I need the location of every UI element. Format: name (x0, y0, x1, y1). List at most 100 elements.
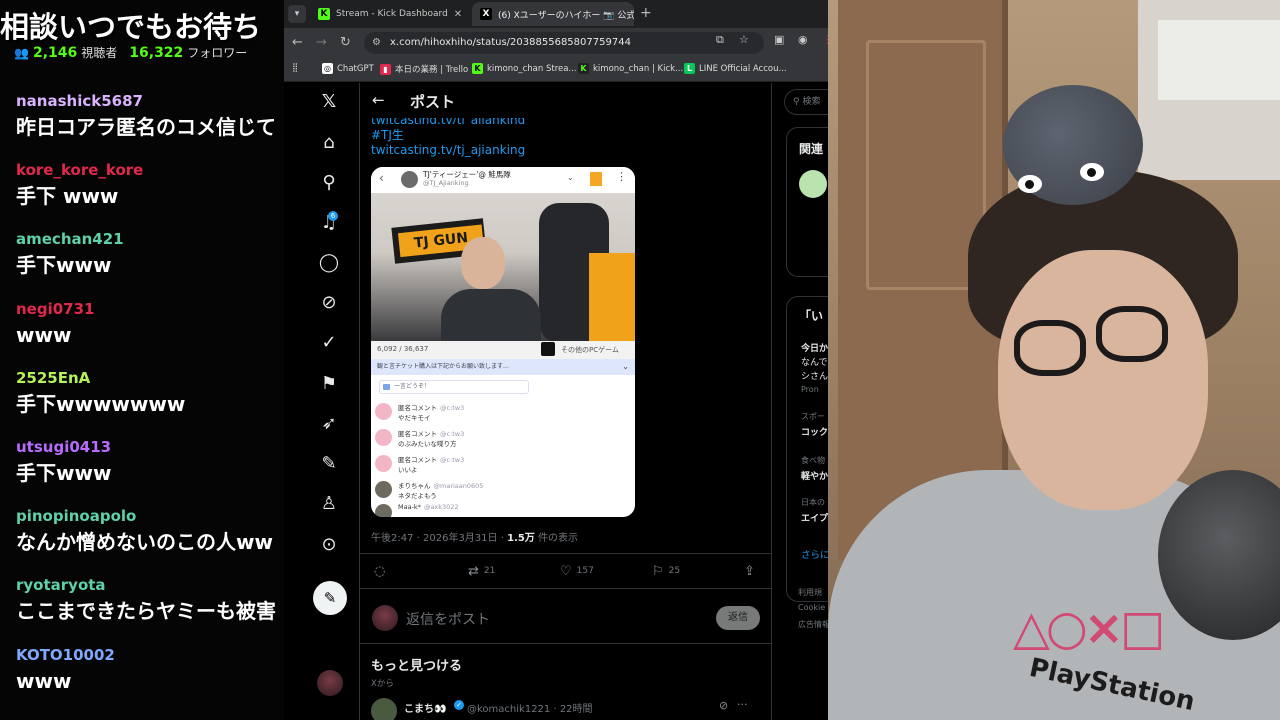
bookmark-kick-stream[interactable]: K kimono_chan Strea... (472, 63, 577, 74)
comment-name: 匿名コメント @c:tw3 (398, 428, 464, 438)
chat-message: pinopinoapolo なんか憎めないのこの人ww (16, 505, 284, 574)
bookmark-trello[interactable]: ▮ 本日の業務 | Trello (380, 63, 468, 75)
comment-handle: @mariaan0605 (433, 482, 484, 490)
profile-icon[interactable]: ♙ (316, 491, 342, 517)
jersey (589, 253, 635, 341)
more-icon[interactable]: ⊙ (316, 532, 342, 558)
bookmark-line[interactable]: L LINE Official Accou... (684, 63, 787, 74)
address-bar[interactable]: ⚙ x.com/hihoxhiho/status/203885568580775… (364, 32, 764, 54)
bookmark-chatgpt[interactable]: ◎ ChatGPT (322, 63, 374, 74)
avatar[interactable] (317, 670, 343, 696)
post-image[interactable]: ‹ TJ'ティージェー'@ 鮭馬隊 @TJ_Ajianking ⌄ ⋮ TJ G… (371, 167, 635, 517)
x-right-sidebar: ⚲ 検索 関連 「い 今日か なんで シさん Pron スポー コック 食べ物 … (784, 83, 828, 720)
face (998, 250, 1208, 510)
chat-text: 手下wwwwwww (16, 391, 186, 416)
grok-icon[interactable]: ⊘ (316, 290, 342, 316)
author-name[interactable]: こまち👀 (404, 700, 446, 715)
twitcasting-link[interactable]: twitcasting.tv/tj_ajianking (371, 143, 525, 157)
suggested-post[interactable]: こまち👀 ✓ @komachik1221 · 22時間 ⊘ ··· (371, 697, 761, 720)
chat-text: 昨日コアラ匿名のコメ信じて (16, 115, 276, 139)
reload-icon[interactable]: ↻ (340, 35, 351, 50)
chat-message: 2525EnA 手下wwwwwww (16, 367, 284, 436)
avatar[interactable] (799, 170, 827, 198)
chevron-down-icon: ⌄ (567, 173, 574, 182)
bookmark-kick-dashboard[interactable]: K kimono_chan | Kick... (578, 63, 683, 74)
line-icon: L (684, 63, 695, 74)
trends-title: 「い (799, 309, 824, 323)
install-app-icon[interactable]: ⧉ (716, 33, 724, 47)
footer-link[interactable]: 利用規 (798, 587, 822, 598)
rocket-icon[interactable]: ➶ (316, 411, 342, 437)
trend-item[interactable]: 今日か (801, 341, 828, 354)
shot-account-handle: @TJ_Ajianking (423, 179, 469, 187)
chat-message: negi0731 www (16, 298, 284, 367)
comment-handle: @c:tw3 (440, 404, 465, 412)
chat-text: 手下www (16, 253, 112, 278)
like-button[interactable]: ♡ 157 (560, 564, 594, 579)
message-icon[interactable]: ◯ (316, 250, 342, 276)
chevron-down-icon: ⌄ (622, 362, 629, 371)
chat-username: utsugi0413 (16, 437, 112, 456)
promoted-label: Pron (801, 385, 819, 394)
heart-icon: ♡ (560, 564, 572, 579)
search-input[interactable]: ⚲ 検索 (784, 89, 828, 115)
profile-icon[interactable]: ◉ (798, 33, 808, 46)
shot-notice: 観と言チケット購入は下記からお願い致します... ⌄ (371, 359, 635, 375)
bookmark-label: ChatGPT (337, 63, 374, 74)
chat-username: nanashick5687 (16, 92, 143, 110)
chat-username: ryotaryota (16, 576, 106, 595)
tab-search-icon[interactable]: ▾ (288, 5, 306, 23)
share-button[interactable]: ⇪ (744, 564, 760, 579)
reply-input[interactable]: 返信をポスト (406, 609, 490, 629)
close-icon[interactable]: ✕ (454, 9, 462, 20)
edit-note-icon[interactable]: ✎ (316, 451, 342, 477)
repost-button[interactable]: ⇄ 21 (468, 564, 495, 579)
home-icon[interactable]: ⌂ (316, 130, 342, 156)
search-icon[interactable]: ⚲ (316, 170, 342, 196)
tab-x-post[interactable]: X (6) Xユーザーのハイホー 📷 公式 🔊 ✕ (472, 2, 634, 26)
tab-kick-dashboard[interactable]: K Stream - Kick Dashboard ✕ (310, 2, 470, 26)
chat-text: 手下www (16, 460, 112, 485)
trend-item[interactable]: 軽やか (801, 469, 828, 482)
chat-message: kore_kore_kore 手下 www (16, 159, 284, 228)
star-icon[interactable]: ☆ (739, 33, 749, 46)
shirt-logo: △○×□ (1013, 600, 1165, 656)
compose-post-button[interactable]: ✎ (313, 581, 347, 615)
webcam-feed: △○×□ PlayStation (828, 0, 1280, 720)
hashtag-link[interactable]: #TJ生 (371, 126, 404, 143)
footer-link[interactable]: Cookie (798, 603, 825, 612)
reply-button[interactable]: 返信 (716, 606, 760, 630)
show-more-link[interactable]: さらに (801, 547, 828, 561)
grok-icon[interactable]: ⊘ (719, 699, 728, 712)
verified-icon[interactable]: ✓ (316, 330, 342, 356)
trend-item[interactable]: コック (801, 425, 828, 438)
apps-icon[interactable]: ⣿ (292, 63, 298, 73)
bookmark-button[interactable]: ⚐ 25 (652, 564, 680, 579)
site-info-icon[interactable]: ⚙ (372, 32, 381, 54)
trend-item[interactable]: エイプ (801, 511, 828, 524)
chat-username: kore_kore_kore (16, 161, 144, 180)
back-arrow-icon[interactable]: ← (372, 91, 385, 109)
reply-button[interactable]: ◌ (374, 564, 390, 579)
chat-text: ここまできたらヤミーも被害 (16, 599, 276, 624)
footer-link[interactable]: 広告情報 (798, 619, 828, 630)
new-tab-icon[interactable]: + (640, 5, 652, 21)
avatar[interactable] (371, 698, 397, 720)
comment-handle: @c:tw3 (440, 430, 465, 438)
post-header: ← ポスト (360, 83, 772, 119)
author-handle: @komachik1221 · 22時間 (467, 704, 593, 715)
bookmark-icon[interactable]: ⚑ (316, 371, 342, 397)
avatar (375, 429, 392, 446)
extensions-icon[interactable]: ▣ (774, 33, 784, 46)
x-logo-icon[interactable]: 𝕏 (316, 89, 342, 115)
glasses-lens (1096, 306, 1168, 362)
name-text: 匿名コメント (398, 404, 437, 412)
shot-comment: 匿名コメント @c:tw3 やだキモイ (371, 399, 635, 425)
comment-name: まりちゃん @mariaan0605 (398, 480, 483, 490)
forward-icon[interactable]: → (316, 35, 327, 50)
back-icon[interactable]: ← (292, 35, 303, 50)
more-icon[interactable]: ··· (737, 698, 748, 711)
game-icon (541, 342, 555, 356)
shot-video: TJ GUN (371, 193, 635, 341)
post-actions: ◌ ⇄ 21 ♡ 157 ⚐ 25 ⇪ (360, 553, 772, 589)
